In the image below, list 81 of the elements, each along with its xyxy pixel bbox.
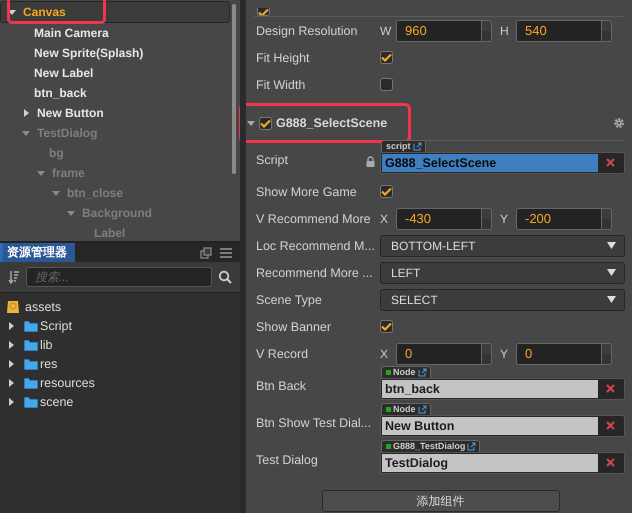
folder-icon	[24, 376, 38, 388]
link-icon[interactable]	[412, 142, 422, 150]
link-icon[interactable]	[418, 404, 426, 414]
tree-item[interactable]: New Button	[0, 103, 240, 123]
checkbox[interactable]	[257, 8, 270, 16]
lock-icon	[366, 156, 375, 167]
axis-label: Y	[500, 212, 510, 226]
axis-label: X	[380, 346, 390, 360]
panel-tab[interactable]: 资源管理器	[0, 243, 75, 262]
node-icon	[386, 370, 391, 374]
property-label: V Recommend More	[256, 212, 371, 226]
checkbox[interactable]	[380, 320, 393, 333]
axis-label: W	[380, 24, 392, 38]
tree-item[interactable]: btn_back	[0, 83, 240, 103]
checkbox[interactable]	[380, 78, 393, 91]
node-icon	[386, 444, 391, 448]
folder-icon	[24, 358, 38, 370]
node-icon	[386, 406, 391, 412]
popout-icon[interactable]	[200, 246, 212, 258]
folder-icon	[24, 338, 38, 350]
property-label: Design Resolution	[256, 24, 358, 38]
sort-icon[interactable]	[8, 270, 20, 284]
expand-arrow-icon[interactable]	[9, 360, 14, 368]
folder-icon	[24, 396, 38, 408]
add-component-button[interactable]: 添加组件	[322, 490, 560, 512]
caret-icon	[607, 296, 616, 303]
property-label: Fit Width	[256, 78, 306, 92]
folder-icon	[24, 320, 38, 332]
property-label: Show Banner	[256, 320, 332, 334]
number-field[interactable]: 0	[516, 342, 601, 364]
tree-item[interactable]: New Label	[0, 63, 240, 83]
database-icon	[5, 298, 21, 314]
property-label: Scene Type	[256, 292, 322, 306]
property-label: Show More Game	[256, 184, 357, 198]
property-label: Btn Back	[256, 378, 306, 392]
expand-arrow-icon[interactable]	[9, 322, 14, 330]
expand-arrow-icon[interactable]	[9, 378, 14, 386]
expand-arrow-icon[interactable]	[9, 398, 14, 406]
tree-item[interactable]: res	[40, 356, 58, 370]
collapse-arrow-icon[interactable]	[8, 10, 16, 14]
scrollbar[interactable]	[232, 4, 236, 174]
property-label: Test Dialog	[256, 452, 318, 466]
menu-icon[interactable]	[220, 248, 232, 258]
expand-arrow-icon[interactable]	[24, 109, 29, 117]
tree-item[interactable]: Main Camera	[0, 23, 240, 43]
checkbox[interactable]	[259, 116, 272, 130]
expand-arrow-icon[interactable]	[9, 340, 14, 348]
dropdown[interactable]: BOTTOM-LEFT	[380, 234, 625, 256]
number-field[interactable]: 0	[396, 342, 481, 364]
settings-icon[interactable]	[613, 117, 625, 129]
tree-item[interactable]: New Sprite(Splash)	[0, 43, 240, 63]
number-field[interactable]: -430	[396, 208, 481, 230]
tree-item[interactable]: Canvas	[0, 1, 230, 23]
axis-label: X	[380, 212, 390, 226]
axis-label: Y	[500, 346, 510, 360]
axis-label: H	[500, 24, 510, 38]
number-field[interactable]: 960	[396, 20, 481, 42]
tree-item[interactable]: Script	[40, 318, 72, 332]
link-icon[interactable]	[418, 368, 426, 376]
search-field[interactable]: 搜索...	[26, 267, 212, 287]
caret-icon	[607, 242, 616, 249]
dropdown[interactable]: SELECT	[380, 288, 625, 310]
tree-item[interactable]: assets	[25, 300, 62, 314]
component-title: G888_SelectScene	[276, 116, 388, 130]
checkbox[interactable]	[380, 185, 393, 198]
tree-item[interactable]: resources	[40, 376, 95, 390]
dropdown[interactable]: LEFT	[380, 262, 625, 284]
tree-item[interactable]: scene	[40, 394, 74, 408]
property-label: V Record	[256, 346, 308, 360]
property-label: Loc Recommend M...	[256, 238, 375, 252]
property-label: Script	[256, 152, 288, 166]
number-field[interactable]: 540	[516, 20, 601, 42]
number-field[interactable]: -200	[516, 208, 601, 230]
caret-icon	[607, 269, 616, 276]
property-label: Btn Show Test Dial...	[256, 416, 372, 430]
property-label: Recommend More ...	[256, 266, 373, 280]
tree-item[interactable]: lib	[40, 338, 53, 352]
search-icon[interactable]	[218, 270, 232, 284]
property-label: Fit Height	[256, 50, 310, 64]
link-icon[interactable]	[467, 442, 476, 450]
checkbox[interactable]	[380, 51, 393, 64]
